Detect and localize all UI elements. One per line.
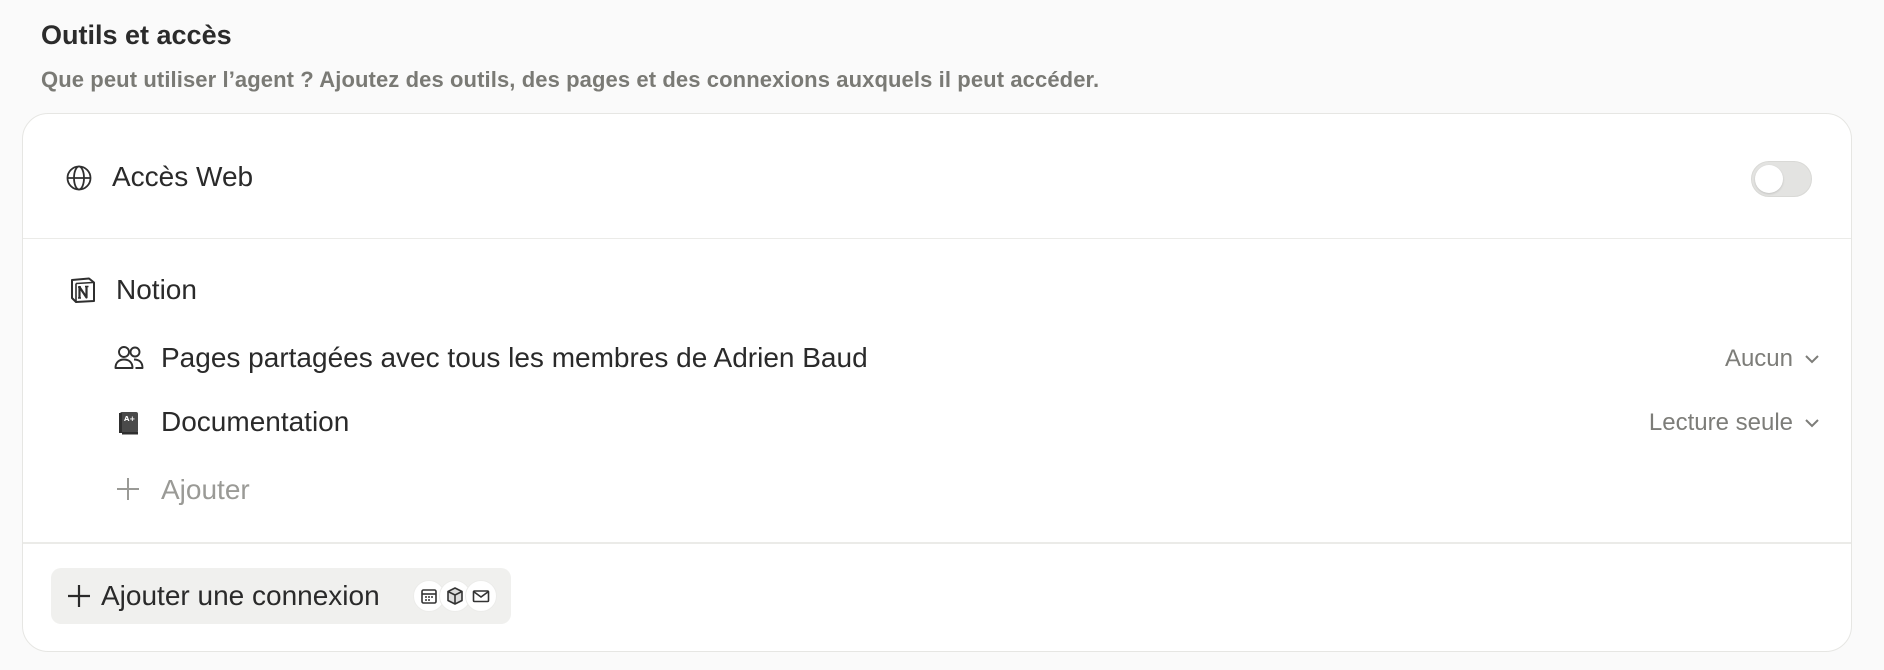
globe-icon [66, 165, 92, 191]
section-title: Outils et accès [41, 20, 232, 50]
notion-item-shared-pages[interactable]: Pages partagées avec tous les membres de… [113, 332, 1823, 384]
documentation-label: Documentation [161, 406, 350, 437]
plus-icon [68, 585, 90, 607]
plus-icon [117, 478, 139, 500]
permission-value: Aucun [1724, 345, 1793, 372]
divider [23, 542, 1851, 544]
add-connection-button[interactable]: Ajouter une connexion [51, 568, 511, 624]
connection-badges [413, 580, 497, 612]
add-connection-label: Ajouter une connexion [101, 580, 380, 611]
permission-value: Lecture seule [1648, 409, 1793, 436]
add-label: Ajouter [161, 474, 250, 505]
chevron-down-icon [1805, 419, 1819, 428]
chevron-down-icon [1805, 355, 1819, 364]
documentation-permission-dropdown[interactable]: Lecture seule [1649, 409, 1823, 437]
people-icon [114, 346, 144, 369]
book-icon: A+ [119, 412, 138, 435]
notion-add-button[interactable]: Ajouter [113, 464, 413, 514]
notion-logo-icon [71, 277, 95, 303]
notion-label: Notion [116, 274, 197, 305]
web-access-label: Accès Web [112, 161, 254, 192]
section-subtitle: Que peut utiliser l’agent ? Ajoutez des … [41, 67, 1100, 92]
shared-pages-label: Pages partagées avec tous les membres de… [161, 342, 868, 373]
web-access-toggle[interactable] [1751, 161, 1812, 197]
svg-text:A+: A+ [124, 415, 135, 423]
shared-pages-permission-dropdown[interactable]: Aucun [1725, 345, 1823, 373]
tools-access-card: Accès Web Notion Pages partagées avec to… [22, 113, 1852, 652]
web-access-row: Accès Web [23, 114, 1851, 239]
mail-icon [465, 580, 497, 612]
toggle-knob [1755, 165, 1783, 193]
notion-item-documentation[interactable]: A+ Documentation Lecture seule [113, 396, 1823, 448]
